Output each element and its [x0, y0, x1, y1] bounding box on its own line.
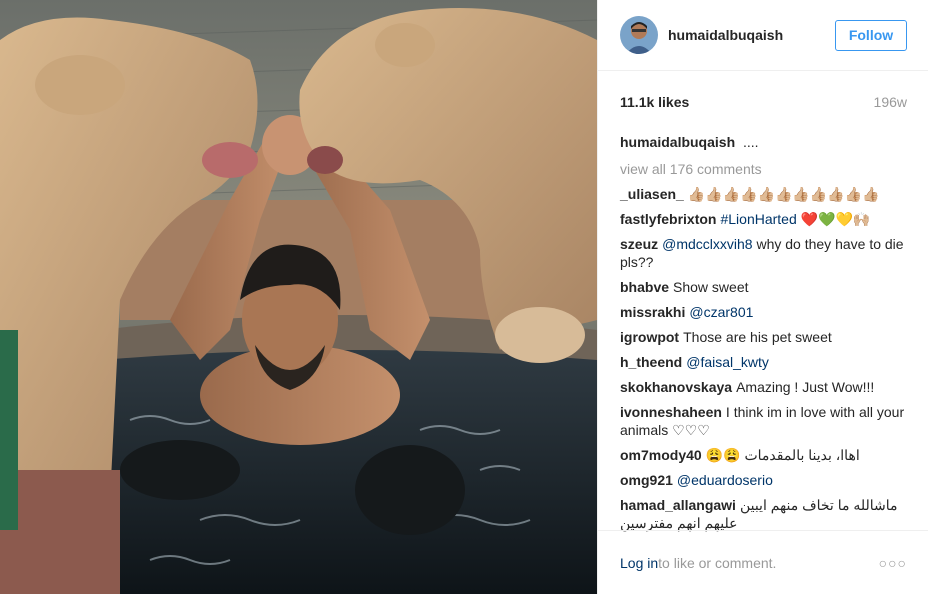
- caption-text: ....: [743, 134, 759, 150]
- comment-item: fastlyfebrixton #LionHarted ❤️💚💛🙌🏼: [620, 210, 907, 228]
- comment-username[interactable]: hamad_allangawi: [620, 497, 736, 513]
- post-username[interactable]: humaidalbuqaish: [668, 27, 835, 43]
- comment-username[interactable]: fastlyfebrixton: [620, 211, 716, 227]
- comment-text: اهاا، بدينا بالمقدمات 😩😩: [705, 447, 860, 463]
- post-time[interactable]: 196w: [874, 94, 907, 110]
- comment-item: igrowpot Those are his pet sweet: [620, 328, 907, 346]
- comment-item: szeuz @mdcclxxvih8 why do they have to di…: [620, 235, 907, 271]
- likes-count[interactable]: 11.1k likes: [620, 94, 689, 110]
- more-options-icon[interactable]: ○○○: [879, 555, 907, 571]
- post-photo[interactable]: [0, 0, 597, 594]
- comment-text: Amazing ! Just Wow!!!: [736, 379, 875, 395]
- comment-text: Show sweet: [673, 279, 749, 295]
- comment-mention[interactable]: @faisal_kwty: [686, 354, 769, 370]
- comment-item: omg921 @eduardoserio: [620, 471, 907, 489]
- instagram-post: humaidalbuqaish Follow 11.1k likes 196w …: [0, 0, 928, 594]
- caption-username[interactable]: humaidalbuqaish: [620, 134, 735, 150]
- post-sidebar: humaidalbuqaish Follow 11.1k likes 196w …: [597, 0, 928, 594]
- comment-item: _uliasen_ 👍🏼👍🏼👍🏼👍🏼👍🏼👍🏼👍🏼👍🏼👍🏼👍🏼👍🏼: [620, 185, 907, 203]
- comment-item: skokhanovskaya Amazing ! Just Wow!!!: [620, 378, 907, 396]
- comment-item: h_theend @faisal_kwty: [620, 353, 907, 371]
- photo-illustration: [0, 0, 597, 594]
- comment-username[interactable]: _uliasen_: [620, 186, 684, 202]
- comment-username[interactable]: missrakhi: [620, 304, 685, 320]
- caption: humaidalbuqaish ....: [620, 133, 907, 151]
- comment-container: _uliasen_ 👍🏼👍🏼👍🏼👍🏼👍🏼👍🏼👍🏼👍🏼👍🏼👍🏼👍🏼 fastlyfeb…: [620, 185, 907, 532]
- comment-item: missrakhi @czar801: [620, 303, 907, 321]
- comment-username[interactable]: omg921: [620, 472, 673, 488]
- comment-username[interactable]: om7mody40: [620, 447, 702, 463]
- comment-mention[interactable]: @czar801: [689, 304, 753, 320]
- post-header: humaidalbuqaish Follow: [598, 0, 928, 71]
- comment-text: Those are his pet sweet: [683, 329, 832, 345]
- comment-text: ❤️💚💛🙌🏼: [796, 211, 871, 227]
- comment-item: om7mody40 اهاا، بدينا بالمقدمات 😩😩: [620, 446, 907, 464]
- comment-mention[interactable]: @mdcclxxvih8: [662, 236, 752, 252]
- comment-mention[interactable]: #LionHarted: [720, 211, 796, 227]
- view-all-comments-link[interactable]: view all 176 comments: [620, 160, 907, 178]
- comment-username[interactable]: ivonneshaheen: [620, 404, 722, 420]
- login-link[interactable]: Log in: [620, 555, 658, 571]
- comment-item: ivonneshaheen I think im in love with all…: [620, 403, 907, 439]
- comment-text: 👍🏼👍🏼👍🏼👍🏼👍🏼👍🏼👍🏼👍🏼👍🏼👍🏼👍🏼: [687, 186, 880, 202]
- avatar-image: [620, 16, 658, 54]
- comment-item: hamad_allangawi ماشالله ما تخاف منهم ايبي…: [620, 496, 907, 532]
- comments-list: humaidalbuqaish .... view all 176 commen…: [598, 133, 928, 532]
- avatar[interactable]: [620, 16, 658, 54]
- post-stats: 11.1k likes 196w: [598, 71, 928, 133]
- comment-username[interactable]: szeuz: [620, 236, 658, 252]
- login-suffix: to like or comment.: [658, 554, 777, 571]
- comment-item: bhabve Show sweet: [620, 278, 907, 296]
- comment-mention[interactable]: @eduardoserio: [677, 472, 773, 488]
- comment-username[interactable]: skokhanovskaya: [620, 379, 732, 395]
- comment-username[interactable]: igrowpot: [620, 329, 679, 345]
- post-footer: Log in to like or comment. ○○○: [598, 530, 928, 594]
- follow-button[interactable]: Follow: [835, 19, 907, 51]
- comment-username[interactable]: h_theend: [620, 354, 682, 370]
- comment-username[interactable]: bhabve: [620, 279, 669, 295]
